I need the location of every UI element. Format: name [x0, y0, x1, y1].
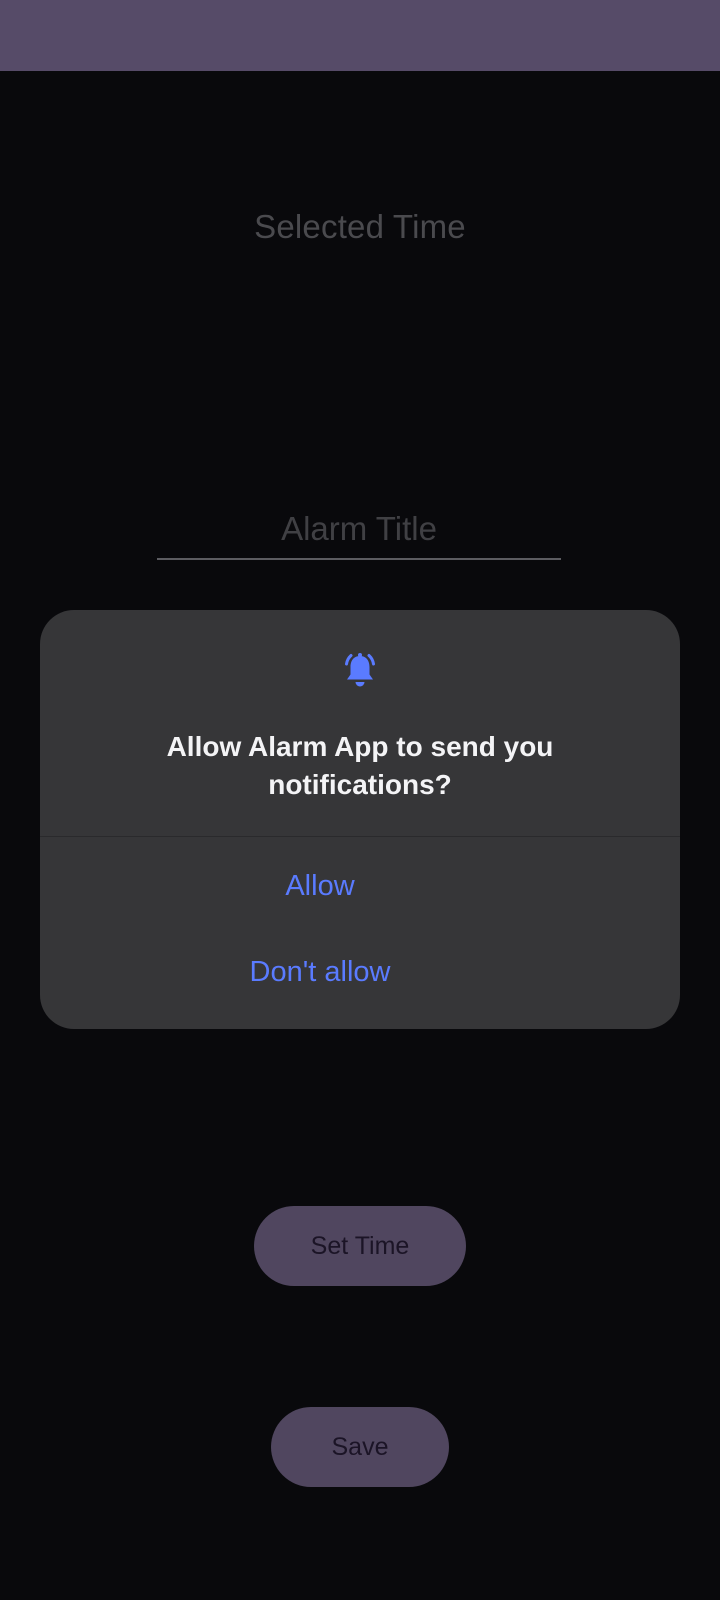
bell-ringing-icon [345, 653, 375, 687]
save-button[interactable]: Save [271, 1407, 449, 1487]
set-time-button[interactable]: Set Time [254, 1206, 466, 1286]
selected-time-label: Selected Time [254, 208, 466, 245]
alarm-title-field [157, 505, 561, 560]
allow-button[interactable]: Allow [0, 851, 640, 921]
alarm-title-input[interactable] [157, 505, 561, 558]
dialog-message: Allow Alarm App to send you notification… [166, 731, 554, 800]
dont-allow-button[interactable]: Don't allow [0, 937, 640, 1007]
dialog-divider [40, 836, 680, 837]
app-bar [0, 0, 720, 71]
